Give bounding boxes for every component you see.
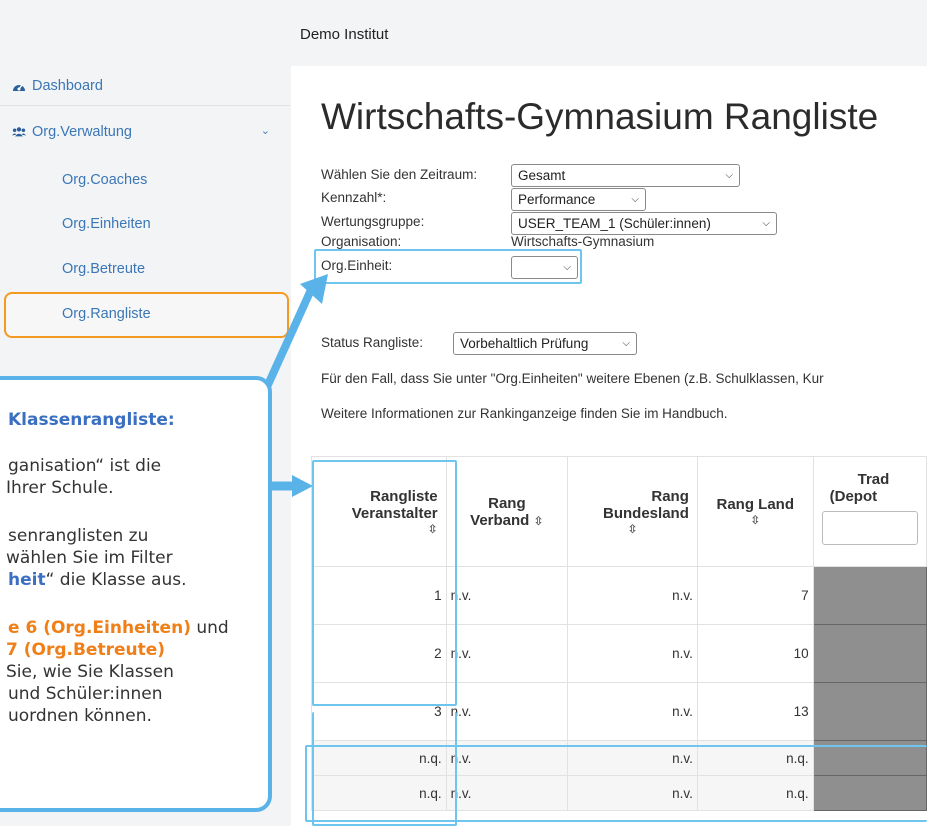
cell-land: 13	[696, 682, 814, 741]
chevron-down-icon: ⌵	[631, 194, 639, 205]
callout-text: wählen Sie im Filter	[6, 548, 173, 568]
header-line: Trad	[857, 471, 890, 488]
sidebar-item-org-rangliste[interactable]: Org.Rangliste	[0, 294, 290, 334]
callout-text: Ihrer Schule.	[6, 478, 114, 498]
sidebar-item-label: Org.Rangliste	[62, 306, 151, 322]
sidebar-item-label: Dashboard	[32, 77, 103, 94]
kennzahl-select[interactable]: Performance ⌵	[511, 188, 646, 211]
col-rang-verband[interactable]: Rang Verband ⇳	[445, 456, 569, 567]
col-trad[interactable]: Trad (Depot	[812, 456, 927, 567]
zeitraum-label: Wählen Sie den Zeitraum:	[321, 167, 478, 182]
cell-bundesland: n.v.	[567, 624, 698, 683]
orgeinheit-highlight-box	[314, 249, 582, 284]
callout-text: “ die Klasse aus.	[45, 570, 187, 590]
help-callout: Klassenrangliste: ganisation“ ist die Ih…	[0, 376, 272, 812]
dashboard-icon	[12, 79, 26, 93]
chevron-down-icon: ⌵	[622, 338, 630, 349]
kennzahl-value: Performance	[518, 192, 596, 207]
sort-icon[interactable]: ⇳	[534, 514, 544, 528]
page-title: Wirtschafts-Gymnasium Rangliste	[321, 96, 879, 137]
arrow-right-icon	[268, 475, 313, 497]
header-line: Rang	[651, 487, 689, 505]
callout-text: und	[190, 618, 229, 638]
zeitraum-value: Gesamt	[518, 168, 566, 183]
callout-text: und Schüler:innen	[8, 684, 163, 704]
status-select[interactable]: Vorbehaltlich Prüfung ⌵	[453, 332, 637, 355]
cell-bundesland: n.v.	[567, 566, 698, 625]
chevron-down-icon[interactable]: ⌄	[261, 124, 270, 137]
callout-heading: Klassenrangliste:	[8, 410, 175, 430]
callout-text: uordnen können.	[8, 706, 152, 726]
callout-text: ganisation“ ist die	[8, 456, 162, 476]
cell-trad	[812, 566, 927, 625]
info-text: Für den Fall, dass Sie unter "Org.Einhei…	[321, 371, 824, 386]
callout-text: Sie, wie Sie Klassen	[6, 662, 174, 682]
header-line: (Depot	[829, 488, 878, 505]
callout-highlight: e 6 (Org.Einheiten)	[8, 618, 191, 638]
wertungsgruppe-select[interactable]: USER_TEAM_1 (Schüler:innen) ⌵	[511, 212, 777, 235]
filter-input[interactable]	[821, 511, 918, 545]
chevron-down-icon: ⌵	[725, 170, 733, 181]
sort-icon[interactable]: ⇳	[706, 513, 805, 527]
sort-icon[interactable]: ⇳	[576, 522, 689, 536]
veranstalter-column-highlight-lower	[312, 712, 457, 826]
cell-trad	[812, 624, 927, 683]
cell-verband: n.v.	[445, 682, 569, 741]
header-line: Verband	[470, 511, 530, 529]
cell-trad	[812, 682, 927, 741]
header-line: Bundesland	[603, 504, 689, 522]
callout-text: heit“ die Klasse aus.	[8, 570, 187, 591]
header-line: Rang Land	[716, 496, 794, 513]
kennzahl-label: Kennzahl*:	[321, 190, 387, 205]
col-rang-land[interactable]: Rang Land ⇳	[696, 456, 814, 567]
col-rang-bundesland[interactable]: Rang Bundesland ⇳	[567, 456, 698, 567]
sidebar-item-org-verwaltung[interactable]: Org.Verwaltung ⌄	[0, 112, 290, 152]
cell-land: 10	[696, 624, 814, 683]
sidebar-item-org-coaches[interactable]: Org.Coaches	[0, 160, 290, 200]
sidebar-item-label: Org.Betreute	[62, 261, 146, 277]
cell-verband: n.v.	[445, 566, 569, 625]
chevron-down-icon: ⌵	[762, 218, 770, 229]
organisation-value: Wirtschafts-Gymnasium	[511, 234, 655, 249]
wertungsgruppe-label: Wertungsgruppe:	[321, 214, 425, 229]
institute-name: Demo Institut	[300, 26, 389, 43]
cell-verband: n.v.	[445, 624, 569, 683]
header-line: Rang	[488, 494, 526, 512]
callout-text: senranglisten zu	[8, 526, 149, 546]
sidebar-item-dashboard[interactable]: Dashboard	[0, 66, 290, 106]
status-value: Vorbehaltlich Prüfung	[460, 336, 589, 351]
handbook-text: Weitere Informationen zur Rankinganzeige…	[321, 406, 728, 421]
users-icon	[12, 125, 26, 139]
cell-land: 7	[696, 566, 814, 625]
wertungsgruppe-value: USER_TEAM_1 (Schüler:innen)	[518, 216, 711, 231]
sidebar-item-org-einheiten[interactable]: Org.Einheiten	[0, 204, 290, 244]
sidebar-item-label: Org.Einheiten	[62, 216, 151, 232]
zeitraum-select[interactable]: Gesamt ⌵	[511, 164, 740, 187]
callout-text: e 6 (Org.Einheiten) und	[8, 618, 229, 639]
callout-highlight: heit	[8, 570, 46, 590]
veranstalter-column-highlight	[312, 460, 457, 706]
callout-highlight: 7 (Org.Betreute)	[6, 640, 166, 660]
top-bar: Demo Institut	[0, 0, 927, 66]
sidebar-item-label: Org.Coaches	[62, 172, 148, 188]
cell-bundesland: n.v.	[567, 682, 698, 741]
sidebar-item-label: Org.Verwaltung	[32, 124, 132, 140]
organisation-label: Organisation:	[321, 234, 402, 249]
